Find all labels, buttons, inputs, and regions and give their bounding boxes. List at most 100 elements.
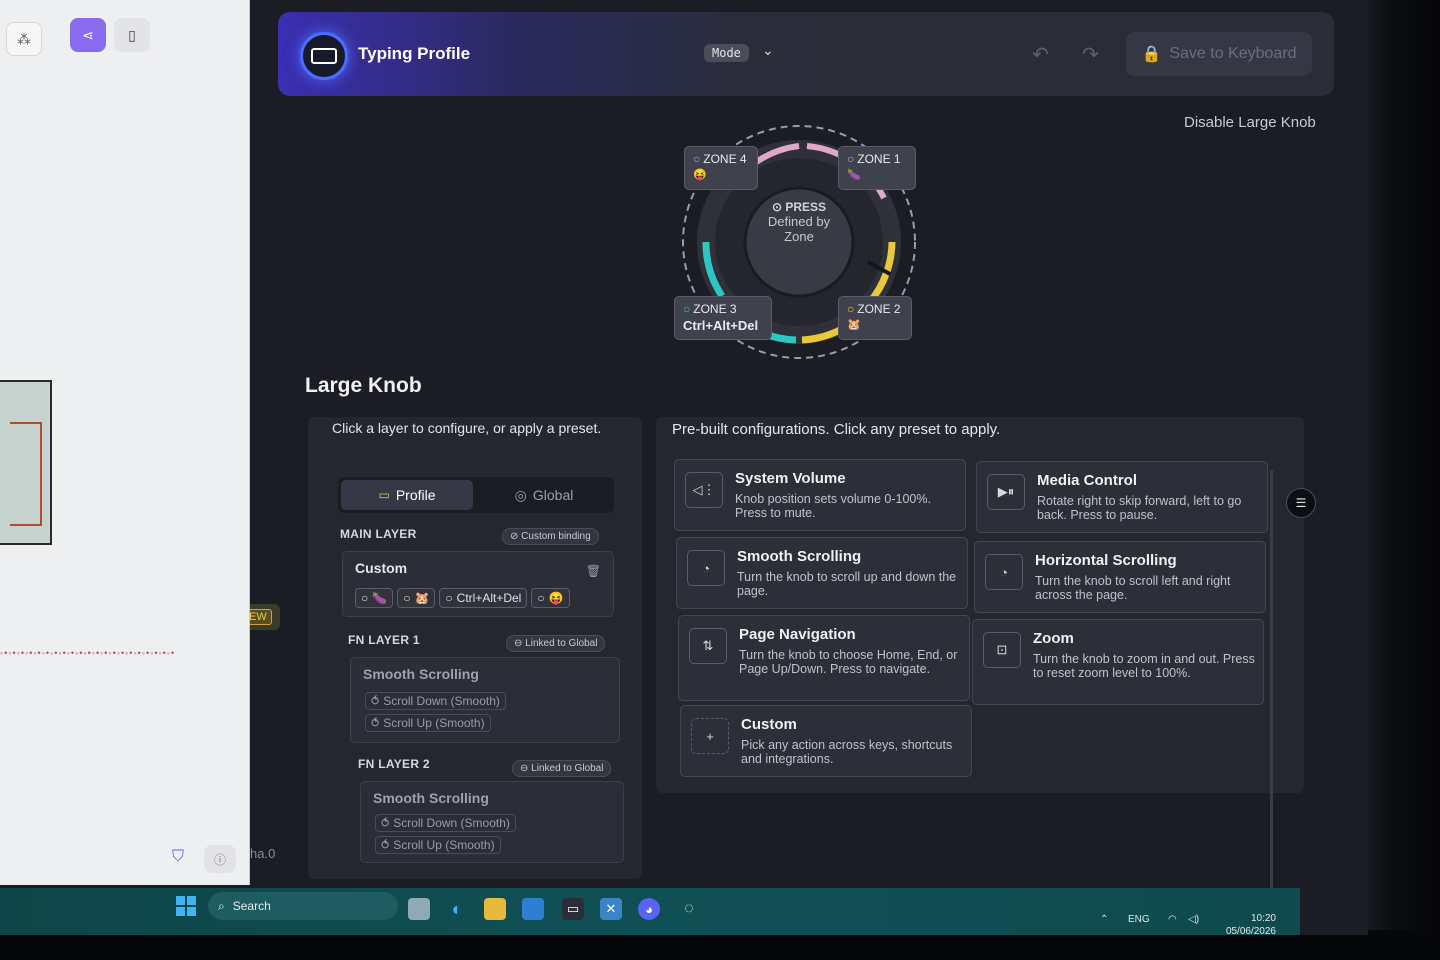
volume-tray-icon[interactable]: ◁) [1188, 914, 1199, 925]
preset-media-control[interactable]: ▶⏸ Media Control Rotate right to skip fo… [976, 461, 1268, 533]
zone-4-action: 😝 [693, 169, 707, 181]
list-settings-icon[interactable]: ☰ [1286, 488, 1316, 518]
preset-page-navigation[interactable]: ⇅ Page Navigation Turn the knob to choos… [678, 615, 970, 701]
windows-start-icon[interactable] [176, 896, 196, 916]
snipping-tool-icon[interactable]: ✕ [600, 898, 622, 920]
fn-layer-1-title: Smooth Scrolling [363, 666, 479, 682]
fn-layer-1-card[interactable]: Smooth Scrolling ⥀ Scroll Down (Smooth) ⥀… [350, 657, 620, 743]
fn2-item-1: ⥀ Scroll Down (Smooth) [375, 814, 516, 832]
zone-1-button[interactable]: ○ ZONE 1 🍆 [838, 146, 916, 190]
taskbar-search[interactable]: ⌕ Search [208, 892, 398, 920]
wifi-icon[interactable]: ◠ [1168, 914, 1177, 925]
search-icon: ⌕ [218, 898, 225, 913]
fn1-item-1: ⥀ Scroll Down (Smooth) [365, 692, 506, 710]
preset-smooth-scrolling[interactable]: ◔ Smooth Scrolling Turn the knob to scro… [676, 537, 968, 609]
chip-zone-4-value: 😝 [548, 591, 564, 605]
knob-diagram: ○ ZONE 4 😝 ○ ZONE 1 🍆 ○ ZONE 3 Ctrl+Alt+Del… [672, 122, 922, 362]
task-view-icon[interactable] [408, 898, 430, 920]
info-icon[interactable]: ⓘ [204, 845, 236, 873]
network-icon[interactable]: ⁂ [6, 22, 42, 56]
ring-icon: ○ [403, 591, 411, 605]
custom-binding-tag: ⊘ Custom binding [502, 528, 599, 545]
save-to-keyboard-button[interactable]: 🔒 Save to Keyboard [1126, 32, 1312, 76]
ring-icon: ○ [537, 591, 545, 605]
tab-profile[interactable]: ▭ Profile [341, 480, 473, 510]
arrows-updown-icon: ⇅ [689, 628, 727, 664]
edge-browser-icon[interactable]: ◐ [446, 898, 468, 920]
press-desc-line2: Zone [784, 229, 814, 244]
linked-global-tag-2: ⊖ Linked to Global [512, 760, 612, 777]
search-label: Search [232, 899, 271, 913]
undo-icon[interactable]: ↶ [1032, 42, 1049, 67]
fn-layer-2-card[interactable]: Smooth Scrolling ⥀ Scroll Down (Smooth) ⥀… [360, 781, 624, 863]
chip-zone-2-value: 🐹 [414, 591, 430, 605]
mail-icon[interactable] [522, 898, 544, 920]
scroll-icon: ⥀ [371, 694, 380, 708]
trash-icon[interactable]: 🗑 [586, 564, 601, 578]
scroll-icon: ⥀ [371, 716, 380, 730]
scroll-icon: ⥀ [381, 838, 390, 852]
app-icon[interactable]: ◌ [678, 898, 700, 920]
ring-icon: ○ [847, 152, 855, 166]
zone-4-button[interactable]: ○ ZONE 4 😝 [684, 146, 758, 190]
tray-chevron-up-icon[interactable]: ⌃ [1100, 914, 1108, 925]
fn2-item-2: ⥀ Scroll Up (Smooth) [375, 836, 501, 854]
version-text: ha.0 [250, 846, 276, 861]
preset-horizontal-scrolling[interactable]: ◔ Horizontal Scrolling Turn the knob to … [974, 541, 1266, 613]
zone-chips: ○ 🍆 ○ 🐹 ○ Ctrl+Alt+Del ○ 😝 [355, 588, 570, 608]
chip-zone-3: ○ Ctrl+Alt+Del [439, 588, 528, 608]
linked-global-text-2: Linked to Global [531, 763, 604, 774]
linked-global-tag-1: ⊖ Linked to Global [506, 635, 606, 652]
preset-title: Custom [741, 716, 797, 733]
keyboard-app-icon[interactable]: ▭ [562, 898, 584, 920]
tab-profile-label: Profile [395, 487, 436, 503]
zone-1-label: ○ ZONE 1 [847, 152, 907, 166]
presets-panel: Pre-built configurations. Click any pres… [656, 417, 1304, 793]
zone-3-button[interactable]: ○ ZONE 3 Ctrl+Alt+Del [674, 296, 772, 340]
play-pause-icon: ▶⏸ [987, 474, 1025, 510]
file-explorer-icon[interactable] [484, 898, 506, 920]
tab-global[interactable]: ◎ Global [478, 480, 610, 510]
zone-3-action: Ctrl+Alt+Del [683, 318, 759, 333]
preset-title: Page Navigation [739, 626, 856, 643]
shield-icon[interactable]: ⛉ [172, 848, 184, 866]
redo-icon[interactable]: ↷ [1082, 42, 1099, 67]
main-layer-card[interactable]: Custom 🗑 ○ 🍆 ○ 🐹 ○ Ctrl+Alt+Del ○ 😝 [342, 551, 614, 617]
mouse-icon: ◔ [687, 550, 725, 586]
zone-2-name: ZONE 2 [857, 302, 901, 316]
layers-intro: Click a layer to configure, or apply a p… [332, 420, 602, 436]
screen: n IE ⌄ NEW ha.0 ⁂ ⋖ ▯ ◦•◦•◦•◦•◦•◦•◦•◦•◦•… [0, 0, 1368, 935]
preset-system-volume[interactable]: ◁⋮ System Volume Knob position sets volu… [674, 459, 966, 531]
zone-3-name: ZONE 3 [693, 302, 737, 316]
preset-desc: Turn the knob to choose Home, End, or Pa… [739, 648, 958, 676]
press-label: ⊙ PRESS [771, 200, 827, 214]
disable-large-knob-link[interactable]: Disable Large Knob [1184, 114, 1316, 131]
preset-title: System Volume [735, 470, 846, 487]
volume-icon: ◁⋮ [685, 472, 723, 508]
plus-icon: + [691, 718, 729, 754]
discord-icon[interactable]: ◕ [638, 898, 660, 920]
preset-desc: Turn the knob to scroll left and right a… [1035, 574, 1231, 602]
mode-pill[interactable]: Mode [704, 44, 749, 62]
globe-icon: ◎ [514, 486, 527, 503]
scope-toggle: ▭ Profile ◎ Global [338, 477, 614, 513]
scrollbar[interactable] [1270, 470, 1273, 890]
ring-icon: ○ [445, 591, 453, 605]
mode-chevron-down-icon[interactable]: ⌄ [762, 42, 774, 59]
scroll-icon: ⥀ [381, 816, 390, 830]
clock-date: 05/06/2026 [1225, 926, 1276, 935]
keyboard-icon: ▭ [378, 488, 390, 502]
preset-zoom[interactable]: ⊡ Zoom Turn the knob to zoom in and out.… [972, 619, 1264, 705]
clock[interactable]: 10:20 05/06/2026 [1212, 912, 1276, 935]
zone-4-label: ○ ZONE 4 [693, 152, 749, 166]
bead-decoration: ◦•◦•◦•◦•◦•◦•◦•◦•◦•◦•◦•◦•◦•◦•◦•◦•◦•◦•◦•◦•… [0, 648, 176, 658]
custom-binding-text: Custom binding [521, 531, 591, 542]
share-icon[interactable]: ⋖ [70, 18, 106, 52]
main-layer-title: Custom [355, 560, 408, 576]
knob-center-press[interactable]: ⊙ PRESS Defined by Zone [752, 200, 846, 284]
fn1-item-2: ⥀ Scroll Up (Smooth) [365, 714, 491, 732]
language-indicator[interactable]: ENG [1128, 914, 1150, 925]
preset-custom[interactable]: + Custom Pick any action across keys, sh… [680, 705, 972, 777]
panel-icon[interactable]: ▯ [114, 18, 150, 52]
zone-2-button[interactable]: ○ ZONE 2 🐹 [838, 296, 912, 340]
